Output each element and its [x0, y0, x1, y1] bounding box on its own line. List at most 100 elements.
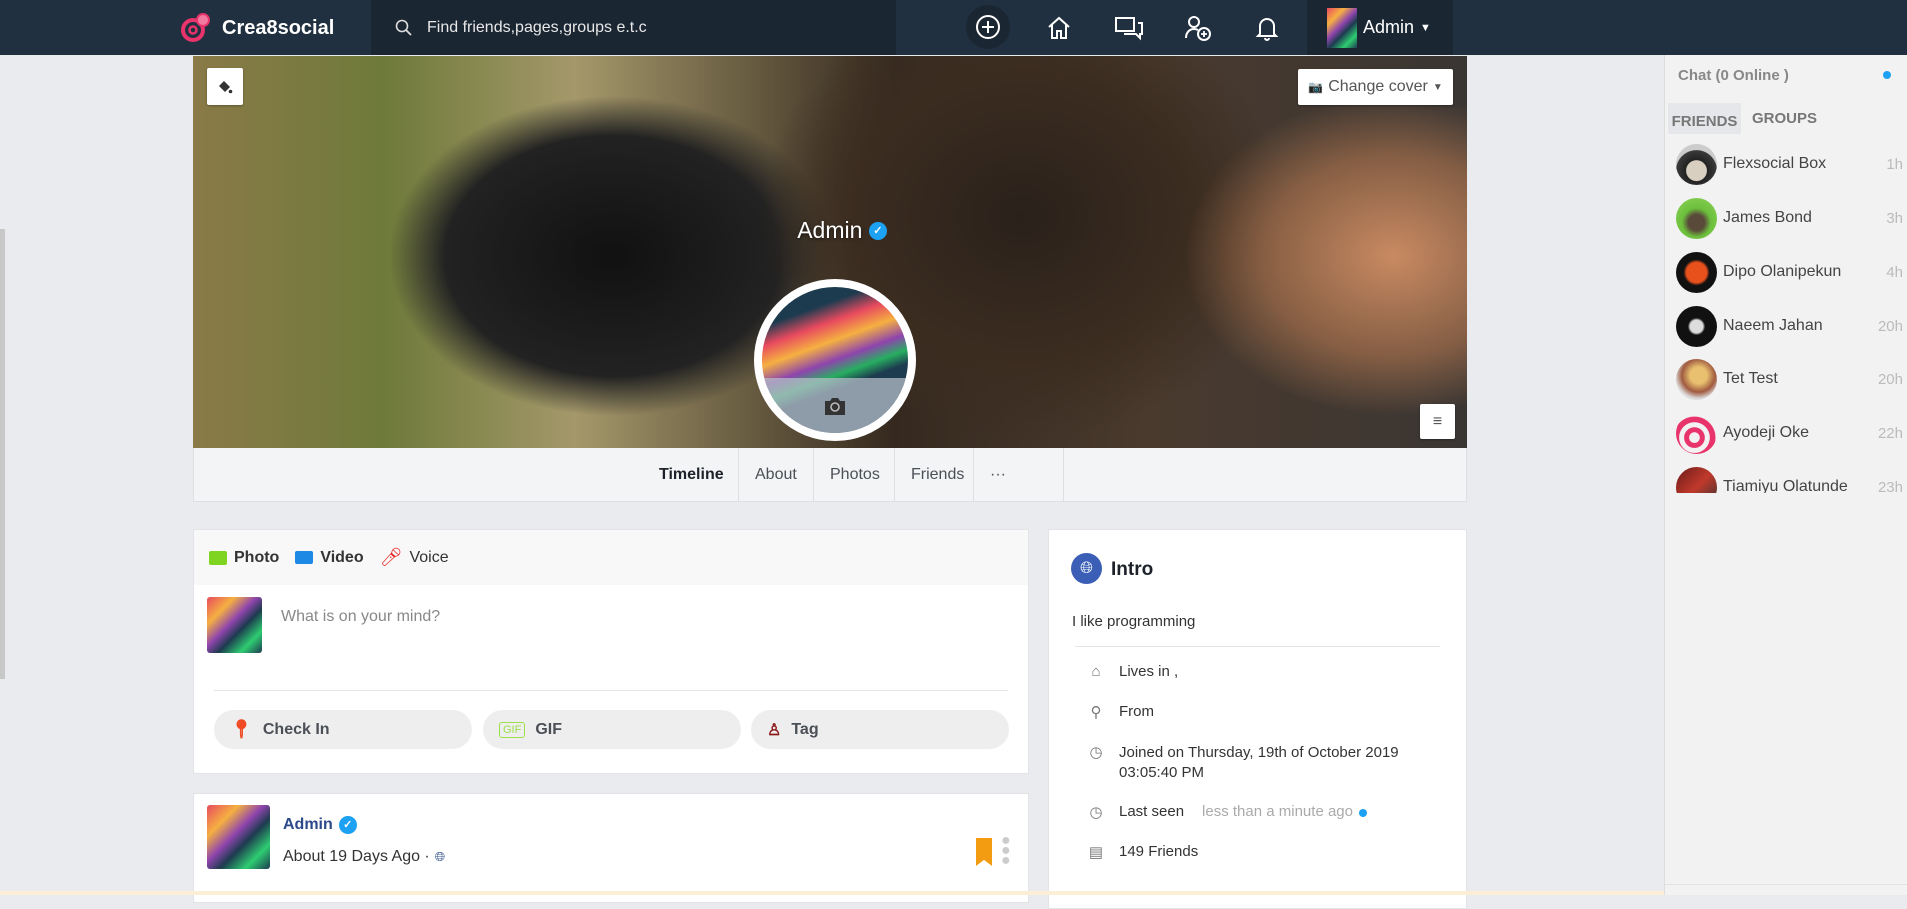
- search-icon: [395, 19, 412, 36]
- theme-button[interactable]: [207, 68, 243, 105]
- friend-last-active: 3h: [1886, 209, 1903, 227]
- bell-icon: [1255, 18, 1279, 41]
- video-icon: [295, 551, 314, 564]
- post-author-name[interactable]: Admin: [283, 816, 333, 834]
- voice-type-button[interactable]: 🎤︎ Voice: [380, 547, 449, 568]
- joined-date: Joined on Thursday, 19th of October 2019: [1119, 744, 1399, 761]
- chat-friend-item[interactable]: Ayodeji Oke 22h: [1676, 411, 1903, 455]
- friend-last-active: 20h: [1877, 370, 1903, 388]
- last-seen-value: less than a minute ago: [1202, 803, 1353, 820]
- profile-avatar[interactable]: [754, 279, 916, 441]
- friend-name: Flexsocial Box: [1723, 155, 1827, 172]
- gif-icon: GIF: [499, 721, 526, 738]
- caret-down-icon: ▼: [1432, 81, 1443, 93]
- friend-last-active: 23h: [1877, 478, 1903, 494]
- post-composer: Photo Video 🎤︎ Voice What is on your mind…: [193, 529, 1029, 774]
- from-text: From: [1119, 703, 1154, 720]
- friend-last-active: 1h: [1886, 155, 1903, 173]
- divider: [1665, 884, 1907, 885]
- bookmark-icon[interactable]: [976, 838, 992, 866]
- tab-more[interactable]: ···: [973, 448, 1022, 501]
- tab-friends[interactable]: Friends: [894, 448, 980, 501]
- intro-card: 🌐︎ Intro I like programming ⌂ Lives in , …: [1048, 529, 1467, 909]
- tab-groups-chat[interactable]: GROUPS: [1752, 110, 1817, 127]
- chat-friend-item[interactable]: James Bond 3h: [1676, 196, 1903, 240]
- tab-about[interactable]: About: [738, 448, 813, 501]
- add-user-icon: [1185, 16, 1211, 41]
- plus-circle-icon: [976, 15, 1000, 39]
- friend-avatar: [1676, 305, 1717, 347]
- tag-person-icon: ♙: [767, 721, 782, 739]
- intro-bio: I like programming: [1072, 613, 1196, 630]
- friend-last-active: 4h: [1886, 263, 1903, 281]
- divider: [1075, 646, 1440, 647]
- lives-in-row: ⌂ Lives in ,: [1085, 663, 1178, 680]
- cover-photo: 📷 Change cover ▼ Admin ✓ ≡: [193, 56, 1467, 448]
- user-avatar: [1327, 7, 1357, 48]
- left-scrollbar[interactable]: [0, 229, 5, 679]
- tag-label: Tag: [791, 720, 819, 738]
- user-name: Admin: [1363, 17, 1415, 37]
- intro-title: Intro: [1111, 559, 1154, 580]
- check-in-button[interactable]: 📍︎ Check In: [214, 710, 472, 749]
- chat-icon: [1115, 17, 1143, 41]
- chat-friend-item[interactable]: Tiamiyu Olatunde 23h: [1676, 465, 1903, 493]
- video-type-button[interactable]: Video: [295, 549, 364, 567]
- chat-sidebar: Chat (0 Online ) FRIENDS GROUPS Flexsoci…: [1664, 55, 1907, 895]
- location-pin-icon: ⚲: [1090, 704, 1102, 721]
- profile-name: Admin ✓: [193, 216, 1467, 244]
- camera-icon: [825, 397, 845, 415]
- online-dot: [1358, 809, 1367, 817]
- clock-icon: ◷: [1089, 804, 1103, 821]
- friend-avatar: [1676, 143, 1717, 185]
- post-author-avatar[interactable]: [207, 805, 270, 869]
- tab-divider: [1063, 448, 1064, 501]
- last-seen-row: ◷ Last seen less than a minute ago: [1085, 803, 1367, 821]
- tab-timeline[interactable]: Timeline: [643, 448, 740, 501]
- change-cover-button[interactable]: 📷 Change cover ▼: [1298, 69, 1453, 105]
- lives-in-text: Lives in ,: [1119, 663, 1179, 680]
- chat-friend-item[interactable]: Flexsocial Box 1h: [1676, 142, 1903, 186]
- tab-photos[interactable]: Photos: [813, 448, 896, 501]
- tag-button[interactable]: ♙ Tag: [751, 710, 1009, 749]
- gif-button[interactable]: GIF GIF: [483, 710, 741, 749]
- search-input[interactable]: Find friends,pages,groups e.t.c: [371, 0, 896, 55]
- brand-logo[interactable]: Crea8social: [180, 12, 334, 44]
- home-icon: [1048, 16, 1070, 39]
- tab-friends-chat[interactable]: FRIENDS: [1668, 103, 1741, 134]
- create-button[interactable]: [966, 5, 1010, 49]
- verified-icon: ✓: [868, 221, 887, 240]
- home-button[interactable]: [1039, 8, 1079, 48]
- friends-count[interactable]: 149 Friends: [1119, 843, 1198, 860]
- friend-requests-button[interactable]: [1178, 8, 1218, 48]
- cover-menu-button[interactable]: ≡: [1420, 404, 1455, 439]
- camera-icon: [209, 550, 227, 565]
- notifications-button[interactable]: [1247, 8, 1287, 48]
- globe-icon: 🌐︎: [1071, 553, 1102, 584]
- joined-row: ◷ Joined on Thursday, 19th of October 201…: [1085, 743, 1399, 783]
- profile-name-text: Admin: [797, 217, 863, 244]
- microphone-icon: 🎤︎: [379, 547, 403, 567]
- home-icon: ⌂: [1091, 663, 1101, 680]
- chat-friend-item[interactable]: Naeem Jahan 20h: [1676, 304, 1903, 348]
- friend-name: James Bond: [1723, 209, 1812, 226]
- messages-button[interactable]: [1109, 8, 1149, 48]
- from-row: ⚲ From: [1085, 703, 1155, 721]
- caret-down-icon: ▼: [1420, 21, 1431, 34]
- hamburger-icon: ≡: [1432, 412, 1443, 430]
- post-options-icon[interactable]: ● ● ●: [1001, 833, 1011, 869]
- chat-friend-item[interactable]: Tet Test 20h: [1676, 357, 1903, 401]
- online-status-dot: [1883, 71, 1891, 79]
- post-text-input[interactable]: What is on your mind?: [281, 608, 1001, 626]
- friend-name: Ayodeji Oke: [1723, 424, 1809, 441]
- change-avatar-button[interactable]: [762, 378, 908, 433]
- chat-friend-item[interactable]: Dipo Olanipekun 4h: [1676, 250, 1903, 294]
- user-menu[interactable]: Admin ▼: [1307, 0, 1453, 55]
- post-timestamp[interactable]: About 19 Days Ago ·: [283, 848, 430, 866]
- friend-avatar: [1676, 358, 1717, 400]
- gif-label: GIF: [535, 720, 563, 738]
- photo-type-button[interactable]: Photo: [209, 549, 279, 567]
- friend-avatar: [1676, 197, 1717, 239]
- search-placeholder: Find friends,pages,groups e.t.c: [427, 18, 647, 36]
- check-in-label: Check In: [262, 720, 330, 738]
